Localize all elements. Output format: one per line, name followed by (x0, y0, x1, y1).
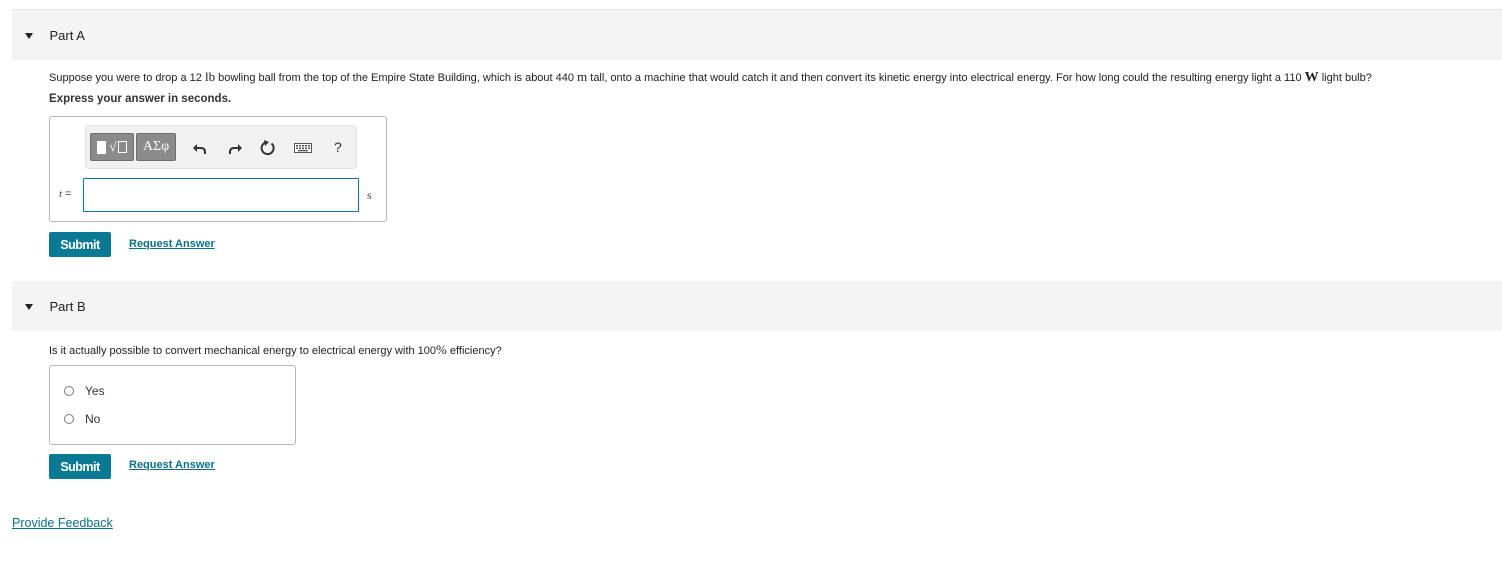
part-b-header[interactable]: Part B (12, 281, 1502, 331)
variable-label: t = (59, 188, 72, 200)
reset-icon[interactable] (258, 138, 278, 158)
symbols-button[interactable]: ΑΣφ (136, 133, 176, 161)
redo-icon[interactable] (225, 138, 245, 158)
option-yes[interactable]: Yes (64, 384, 105, 398)
math-toolbar: √ ΑΣφ ? (85, 125, 357, 169)
undo-icon[interactable] (190, 138, 210, 158)
part-a-submit-button[interactable]: Submit (49, 232, 111, 257)
provide-feedback-link[interactable]: Provide Feedback (12, 516, 113, 530)
choice-box: Yes No (49, 365, 296, 445)
answer-input[interactable] (83, 178, 359, 212)
unit-label: s (367, 188, 372, 202)
templates-icon (97, 140, 107, 154)
option-no[interactable]: No (64, 412, 100, 426)
templates-button[interactable]: √ (90, 133, 134, 161)
help-icon[interactable]: ? (334, 139, 342, 155)
part-a-header[interactable]: Part A (12, 10, 1502, 60)
part-b-question: Is it actually possible to convert mecha… (49, 342, 502, 357)
keyboard-icon[interactable] (293, 138, 313, 158)
part-a-title: Part A (49, 27, 85, 43)
part-b-request-answer-link[interactable]: Request Answer (129, 459, 215, 471)
part-a-request-answer-link[interactable]: Request Answer (129, 238, 215, 250)
part-b-submit-button[interactable]: Submit (49, 454, 111, 479)
answer-box: √ ΑΣφ ? t = s (49, 116, 387, 222)
part-b-title: Part B (49, 298, 86, 314)
part-a-instruction: Express your answer in seconds. (49, 93, 232, 105)
collapse-caret-icon[interactable] (24, 32, 33, 39)
radio-button[interactable] (64, 414, 74, 424)
part-a-question: Suppose you were to drop a 12 lb bowling… (49, 69, 1372, 85)
radio-button[interactable] (64, 386, 74, 396)
collapse-caret-icon[interactable] (24, 303, 33, 310)
